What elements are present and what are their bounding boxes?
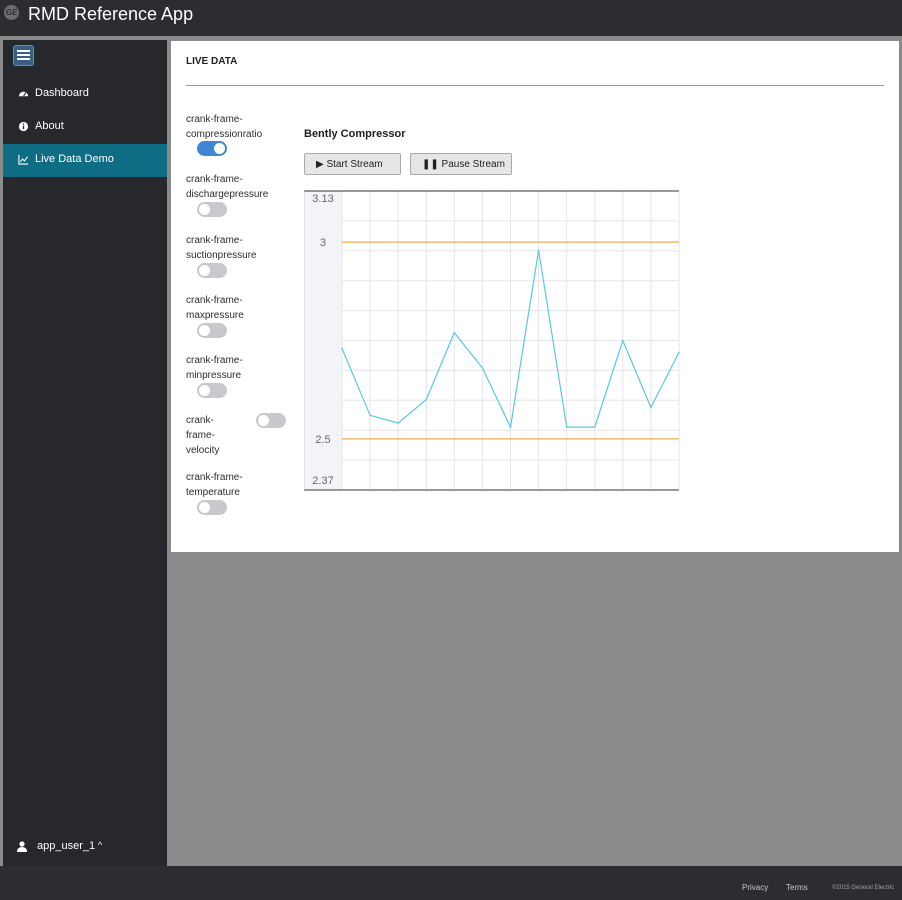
- data-point: [565, 426, 568, 428]
- sensor-label: crank-frame- compressionratio: [186, 114, 263, 140]
- sensor-toggle-dischargepressure[interactable]: [197, 202, 227, 217]
- copyright: ©2015 General Electric: [832, 885, 895, 891]
- line-chart-icon: [18, 154, 29, 165]
- data-point: [341, 347, 343, 350]
- app-title: RMD Reference App: [28, 4, 194, 24]
- panel-title: LIVE DATA: [186, 56, 238, 67]
- hamburger-menu-icon[interactable]: [13, 45, 34, 66]
- chevron-up-icon: ^: [98, 840, 103, 850]
- data-point: [453, 331, 456, 334]
- y-tick-label: 3: [320, 237, 326, 249]
- top-bar: GE RMD Reference App: [0, 0, 902, 36]
- divider: [186, 85, 884, 86]
- user-name: app_user_1: [37, 840, 96, 852]
- sensor-toggle-temperature[interactable]: [197, 500, 227, 515]
- data-point: [369, 414, 371, 417]
- data-point: [622, 339, 624, 342]
- line-chart: 3.13 3 2.5 2.37: [304, 190, 680, 491]
- privacy-link[interactable]: Privacy: [742, 883, 768, 892]
- start-stream-button[interactable]: ▶ Start Stream: [304, 153, 401, 175]
- sidebar-item-label: Live Data Demo: [35, 153, 114, 165]
- live-data-panel: LIVE DATA crank-frame- compressionratio …: [171, 41, 899, 552]
- sidebar: Dashboard About Live Data Demo app_user_…: [3, 40, 167, 866]
- sensor-label: crank-frame- temperature: [186, 472, 243, 498]
- data-point: [397, 422, 399, 424]
- sensor-toggle-suctionpressure[interactable]: [197, 263, 227, 278]
- data-point: [593, 426, 596, 428]
- y-tick-label: 2.5: [315, 434, 330, 446]
- sensor-label: crank-frame- dischargepressure: [186, 174, 269, 200]
- info-circle-icon: [18, 121, 29, 132]
- dashboard-gauge-icon: [18, 91, 29, 97]
- user-icon: [17, 841, 27, 852]
- sensor-toggle-minpressure[interactable]: [197, 383, 227, 398]
- data-point: [509, 426, 512, 428]
- data-point: [678, 351, 680, 354]
- sidebar-item-label: Dashboard: [35, 87, 89, 99]
- sidebar-item-label: About: [35, 120, 64, 132]
- data-point: [425, 398, 428, 401]
- pause-stream-button[interactable]: ❚❚ Pause Stream: [410, 153, 512, 175]
- sensor-toggle-compressionratio[interactable]: [197, 141, 227, 156]
- chart-title: Bently Compressor: [304, 128, 406, 140]
- sidebar-item-about[interactable]: About: [3, 111, 167, 144]
- y-tick-label: 2.37: [312, 475, 333, 487]
- footer: Privacy Terms ©2015 General Electric: [0, 866, 902, 900]
- sensor-toggle-maxpressure[interactable]: [197, 323, 227, 338]
- sensor-toggle-velocity[interactable]: [256, 413, 286, 428]
- terms-link[interactable]: Terms: [786, 883, 808, 892]
- y-tick-label: 3.13: [312, 193, 333, 205]
- sidebar-item-dashboard[interactable]: Dashboard: [3, 78, 167, 111]
- sidebar-item-live-data-demo[interactable]: Live Data Demo: [3, 144, 167, 177]
- sensor-label: crank-frame- minpressure: [186, 355, 243, 381]
- sensor-label: crank-frame- maxpressure: [186, 295, 244, 321]
- data-point: [537, 249, 540, 251]
- data-point: [650, 406, 652, 409]
- sensor-label: crank-frame- suctionpressure: [186, 235, 257, 261]
- data-point: [481, 367, 484, 369]
- ge-logo-icon: GE: [4, 5, 19, 20]
- sensor-label: crank- frame- velocity: [186, 415, 220, 456]
